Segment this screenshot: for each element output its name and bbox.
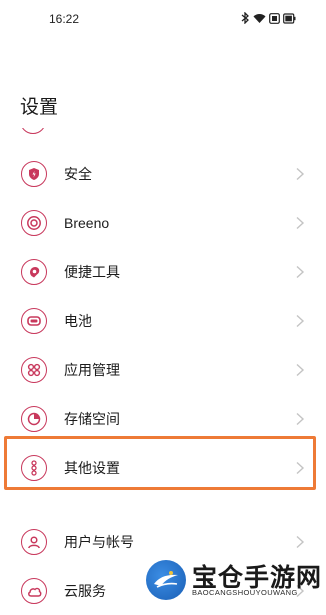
settings-item-breeno[interactable]: Breeno <box>0 199 326 247</box>
chevron-right-icon <box>296 314 305 328</box>
watermark: 宝仓手游网 BAOCANGSHOUYOUWANG <box>146 558 324 602</box>
status-icons <box>241 11 296 25</box>
settings-item-tools[interactable]: 便捷工具 <box>0 248 326 296</box>
settings-item-label: 电池 <box>64 313 92 329</box>
chevron-right-icon <box>296 461 305 475</box>
settings-item-security[interactable]: 安全 <box>0 150 326 198</box>
dnd-icon <box>269 12 280 24</box>
settings-item-label: 应用管理 <box>64 362 120 378</box>
watermark-logo-icon <box>146 560 186 600</box>
cloud-icon <box>21 578 47 604</box>
apps-icon <box>21 357 47 383</box>
shield-icon <box>21 161 47 187</box>
page-title: 设置 <box>20 97 59 118</box>
settings-item-app-management[interactable]: 应用管理 <box>0 346 326 394</box>
settings-item-label: 用户与帐号 <box>64 534 134 550</box>
settings-item-label: 便捷工具 <box>64 264 120 280</box>
battery-icon <box>21 308 47 334</box>
user-icon <box>21 529 47 555</box>
status-time: 16:22 <box>49 12 80 26</box>
chevron-right-icon <box>296 363 305 377</box>
settings-item-label: Breeno <box>64 215 110 231</box>
watermark-subtitle: BAOCANGSHOUYOUWANG <box>192 588 298 597</box>
settings-item-label: 其他设置 <box>64 460 120 476</box>
chevron-right-icon <box>296 265 305 279</box>
chevron-right-icon <box>296 216 305 230</box>
settings-item-other-settings[interactable]: 其他设置 <box>0 444 326 492</box>
settings-item-battery[interactable]: 电池 <box>0 297 326 345</box>
chevron-right-icon <box>296 167 305 181</box>
bluetooth-icon <box>241 12 250 24</box>
wifi-icon <box>253 13 266 24</box>
chevron-right-icon <box>296 535 305 549</box>
settings-item-storage[interactable]: 存储空间 <box>0 395 326 443</box>
storage-icon <box>21 406 47 432</box>
settings-item-label: 存储空间 <box>64 411 120 427</box>
tools-icon <box>21 259 47 285</box>
more-icon <box>21 455 47 481</box>
settings-item-label: 云服务 <box>64 583 106 599</box>
status-bar: 16:22 <box>0 0 326 40</box>
breeno-icon <box>21 210 47 236</box>
chevron-right-icon <box>296 412 305 426</box>
battery-icon <box>283 12 296 24</box>
settings-item-label: 安全 <box>64 166 92 182</box>
